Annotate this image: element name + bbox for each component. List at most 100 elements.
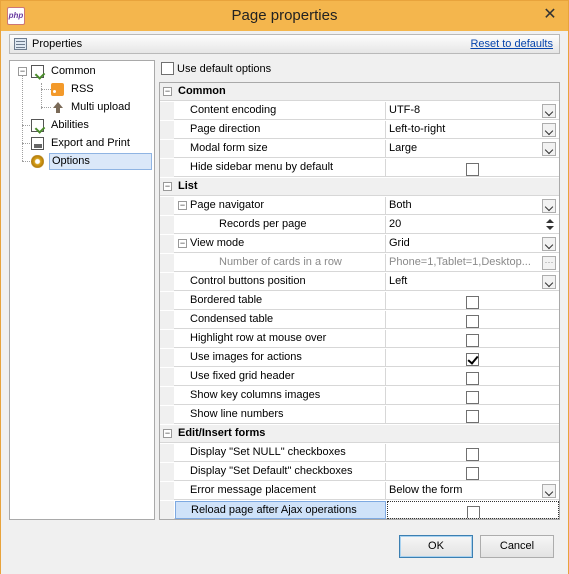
- category-title: List: [178, 180, 198, 192]
- use-default-label: Use default options: [177, 63, 272, 75]
- ellipsis-icon[interactable]: ···: [542, 256, 556, 270]
- property-checkbox[interactable]: [466, 390, 479, 404]
- chevron-down-icon[interactable]: [542, 237, 556, 251]
- tree-item-options[interactable]: Options: [31, 153, 154, 170]
- property-value[interactable]: Large: [387, 140, 559, 158]
- value-text: Phone=1,Tablet=1,Desktop...: [389, 256, 531, 268]
- property-name: Show line numbers: [175, 406, 386, 424]
- property-value[interactable]: Below the form: [387, 482, 559, 500]
- chevron-down-icon[interactable]: [542, 484, 556, 498]
- upload-arrow-icon: [51, 101, 64, 114]
- property-row[interactable]: Control buttons position Left: [160, 273, 559, 291]
- property-row[interactable]: Error message placement Below the form: [160, 482, 559, 500]
- property-checkbox[interactable]: [466, 333, 479, 347]
- category-list[interactable]: − List: [160, 178, 559, 196]
- value-text: Both: [389, 199, 412, 211]
- property-row[interactable]: Display "Set Default" checkboxes: [160, 463, 559, 481]
- property-row[interactable]: Highlight row at mouse over: [160, 330, 559, 348]
- property-row[interactable]: Modal form size Large: [160, 140, 559, 158]
- property-row[interactable]: Show line numbers: [160, 406, 559, 424]
- property-value[interactable]: [387, 387, 559, 405]
- chevron-down-icon[interactable]: [542, 123, 556, 137]
- tree-item-label: Export and Print: [51, 137, 130, 149]
- property-row[interactable]: Page direction Left-to-right: [160, 121, 559, 139]
- property-value[interactable]: 20: [387, 216, 559, 234]
- property-checkbox[interactable]: [467, 505, 480, 518]
- property-checkbox[interactable]: [466, 352, 479, 366]
- property-row[interactable]: Condensed table: [160, 311, 559, 329]
- category-common[interactable]: − Common: [160, 83, 559, 101]
- chevron-down-icon[interactable]: [542, 275, 556, 289]
- property-name: Number of cards in a row: [175, 254, 386, 272]
- property-row[interactable]: Bordered table: [160, 292, 559, 310]
- property-value[interactable]: [387, 349, 559, 367]
- property-value[interactable]: [387, 406, 559, 424]
- category-edit-insert-forms[interactable]: − Edit/Insert forms: [160, 425, 559, 443]
- property-name: View mode: [175, 235, 386, 253]
- tree-item-label: Common: [51, 65, 96, 77]
- property-value[interactable]: Left-to-right: [387, 121, 559, 139]
- property-value[interactable]: [387, 368, 559, 386]
- property-value[interactable]: UTF-8: [387, 102, 559, 120]
- property-checkbox[interactable]: [466, 409, 479, 423]
- tree-item-label: Options: [49, 153, 152, 170]
- property-row[interactable]: Show key columns images: [160, 387, 559, 405]
- chevron-down-icon[interactable]: [542, 199, 556, 213]
- property-checkbox[interactable]: [466, 447, 479, 461]
- property-value[interactable]: [387, 311, 559, 329]
- property-grid: − Common Content encoding UTF-8 Page dir…: [159, 82, 560, 520]
- property-row[interactable]: Use images for actions: [160, 349, 559, 367]
- property-name: Use fixed grid header: [175, 368, 386, 386]
- properties-toolbar: Properties Reset to defaults: [9, 34, 560, 54]
- property-checkbox[interactable]: [466, 295, 479, 309]
- value-text: Left-to-right: [389, 123, 446, 135]
- property-row[interactable]: − View mode Grid: [160, 235, 559, 253]
- property-value[interactable]: [387, 330, 559, 348]
- property-checkbox[interactable]: [466, 371, 479, 385]
- dialog-window: php Page properties ✕ Properties Reset t…: [0, 0, 569, 574]
- property-row[interactable]: Display "Set NULL" checkboxes: [160, 444, 559, 462]
- property-value[interactable]: [387, 159, 559, 177]
- property-checkbox[interactable]: [466, 466, 479, 480]
- property-name: Page direction: [175, 121, 386, 139]
- chevron-down-icon[interactable]: [542, 104, 556, 118]
- window-title: Page properties: [231, 7, 338, 24]
- property-value[interactable]: [387, 501, 559, 519]
- collapse-common-icon[interactable]: −: [18, 67, 27, 76]
- property-value[interactable]: Phone=1,Tablet=1,Desktop... ···: [387, 254, 559, 272]
- cancel-button[interactable]: Cancel: [480, 535, 554, 558]
- chevron-down-icon[interactable]: [542, 142, 556, 156]
- property-value[interactable]: [387, 463, 559, 481]
- property-row[interactable]: Use fixed grid header: [160, 368, 559, 386]
- close-icon[interactable]: ✕: [540, 5, 560, 25]
- property-row[interactable]: Hide sidebar menu by default: [160, 159, 559, 177]
- value-text: UTF-8: [389, 104, 421, 116]
- tree-item-label: Multi upload: [71, 101, 131, 113]
- property-checkbox[interactable]: [466, 162, 479, 176]
- property-row[interactable]: Records per page 20: [160, 216, 559, 234]
- reset-to-defaults-link[interactable]: Reset to defaults: [470, 38, 553, 50]
- value-text: 20: [389, 218, 402, 230]
- property-value[interactable]: Both: [387, 197, 559, 215]
- properties-icon: [14, 38, 27, 50]
- export-print-icon: [31, 137, 44, 150]
- property-row[interactable]: − Page navigator Both: [160, 197, 559, 215]
- property-name: Modal form size: [175, 140, 386, 158]
- property-value[interactable]: Grid: [387, 235, 559, 253]
- property-row[interactable]: Number of cards in a row Phone=1,Tablet=…: [160, 254, 559, 272]
- use-default-options[interactable]: Use default options: [161, 62, 271, 76]
- ok-button[interactable]: OK: [399, 535, 473, 558]
- property-value[interactable]: [387, 444, 559, 462]
- property-name: Highlight row at mouse over: [175, 330, 386, 348]
- title-bar[interactable]: php Page properties ✕: [1, 1, 568, 31]
- property-row-selected[interactable]: Reload page after Ajax operations: [160, 501, 559, 519]
- property-name: Reload page after Ajax operations: [175, 501, 386, 519]
- use-default-checkbox[interactable]: [161, 62, 174, 75]
- property-value[interactable]: Left: [387, 273, 559, 291]
- value-text: Below the form: [389, 484, 463, 496]
- property-row[interactable]: Content encoding UTF-8: [160, 102, 559, 120]
- rss-icon: [51, 83, 64, 96]
- spinner-icon[interactable]: [544, 217, 556, 233]
- property-checkbox[interactable]: [466, 314, 479, 328]
- property-value[interactable]: [387, 292, 559, 310]
